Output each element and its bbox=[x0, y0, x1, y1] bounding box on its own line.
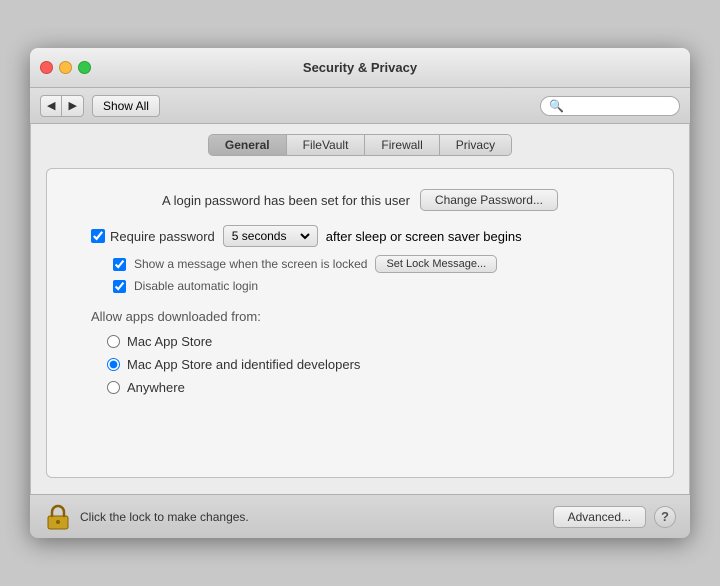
radio-identified-developers-input[interactable] bbox=[107, 358, 120, 371]
radio-identified-developers-label: Mac App Store and identified developers bbox=[127, 357, 360, 372]
maximize-button[interactable] bbox=[78, 61, 91, 74]
password-timeout-dropdown[interactable]: 5 seconds immediately 1 minute 5 minutes… bbox=[228, 228, 313, 244]
disable-login-row: Disable automatic login bbox=[71, 279, 649, 293]
radio-anywhere-input[interactable] bbox=[107, 381, 120, 394]
allow-apps-section: Allow apps downloaded from: Mac App Stor… bbox=[71, 309, 649, 395]
lock-icon[interactable] bbox=[44, 503, 72, 531]
allow-apps-title: Allow apps downloaded from: bbox=[91, 309, 649, 324]
advanced-button[interactable]: Advanced... bbox=[553, 506, 646, 528]
minimize-button[interactable] bbox=[59, 61, 72, 74]
titlebar: Security & Privacy bbox=[30, 48, 690, 88]
login-password-row: A login password has been set for this u… bbox=[71, 189, 649, 211]
disable-login-checkbox[interactable] bbox=[113, 280, 126, 293]
window-title: Security & Privacy bbox=[303, 60, 417, 75]
radio-mac-app-store-input[interactable] bbox=[107, 335, 120, 348]
security-privacy-window: Security & Privacy ◀ ▶ Show All 🔍 Genera… bbox=[30, 48, 690, 538]
toolbar: ◀ ▶ Show All 🔍 bbox=[30, 88, 690, 124]
password-timeout-select[interactable]: 5 seconds immediately 1 minute 5 minutes… bbox=[223, 225, 318, 247]
search-box[interactable]: 🔍 bbox=[540, 96, 680, 116]
show-message-row: Show a message when the screen is locked… bbox=[71, 255, 649, 273]
tab-group: General FileVault Firewall Privacy bbox=[208, 134, 512, 156]
show-all-button[interactable]: Show All bbox=[92, 95, 160, 117]
radio-identified-developers: Mac App Store and identified developers bbox=[91, 357, 649, 372]
login-password-text: A login password has been set for this u… bbox=[162, 193, 410, 208]
disable-login-label: Disable automatic login bbox=[134, 279, 258, 293]
back-button[interactable]: ◀ bbox=[41, 96, 62, 116]
set-lock-message-button[interactable]: Set Lock Message... bbox=[375, 255, 497, 273]
show-message-checkbox[interactable] bbox=[113, 258, 126, 271]
search-icon: 🔍 bbox=[549, 99, 564, 113]
content-area: General FileVault Firewall Privacy A log… bbox=[30, 124, 690, 494]
require-password-checkbox[interactable] bbox=[91, 229, 105, 243]
tab-filevault[interactable]: FileVault bbox=[287, 135, 366, 155]
require-password-row: Require password 5 seconds immediately 1… bbox=[71, 225, 649, 247]
close-button[interactable] bbox=[40, 61, 53, 74]
tab-bar: General FileVault Firewall Privacy bbox=[46, 134, 674, 156]
general-panel: A login password has been set for this u… bbox=[46, 168, 674, 478]
radio-mac-app-store: Mac App Store bbox=[91, 334, 649, 349]
require-password-label: Require password bbox=[91, 229, 215, 244]
after-sleep-text: after sleep or screen saver begins bbox=[326, 229, 522, 244]
radio-anywhere: Anywhere bbox=[91, 380, 649, 395]
nav-buttons: ◀ ▶ bbox=[40, 95, 84, 117]
tab-firewall[interactable]: Firewall bbox=[365, 135, 439, 155]
help-button[interactable]: ? bbox=[654, 506, 676, 528]
lock-text: Click the lock to make changes. bbox=[80, 510, 249, 524]
forward-button[interactable]: ▶ bbox=[62, 96, 82, 116]
traffic-lights bbox=[40, 61, 91, 74]
bottom-bar: Click the lock to make changes. Advanced… bbox=[30, 494, 690, 538]
show-message-label: Show a message when the screen is locked bbox=[134, 257, 367, 271]
bottom-buttons: Advanced... ? bbox=[553, 506, 676, 528]
radio-anywhere-label: Anywhere bbox=[127, 380, 185, 395]
radio-mac-app-store-label: Mac App Store bbox=[127, 334, 212, 349]
tab-general[interactable]: General bbox=[209, 135, 287, 155]
change-password-button[interactable]: Change Password... bbox=[420, 189, 558, 211]
tab-privacy[interactable]: Privacy bbox=[440, 135, 511, 155]
